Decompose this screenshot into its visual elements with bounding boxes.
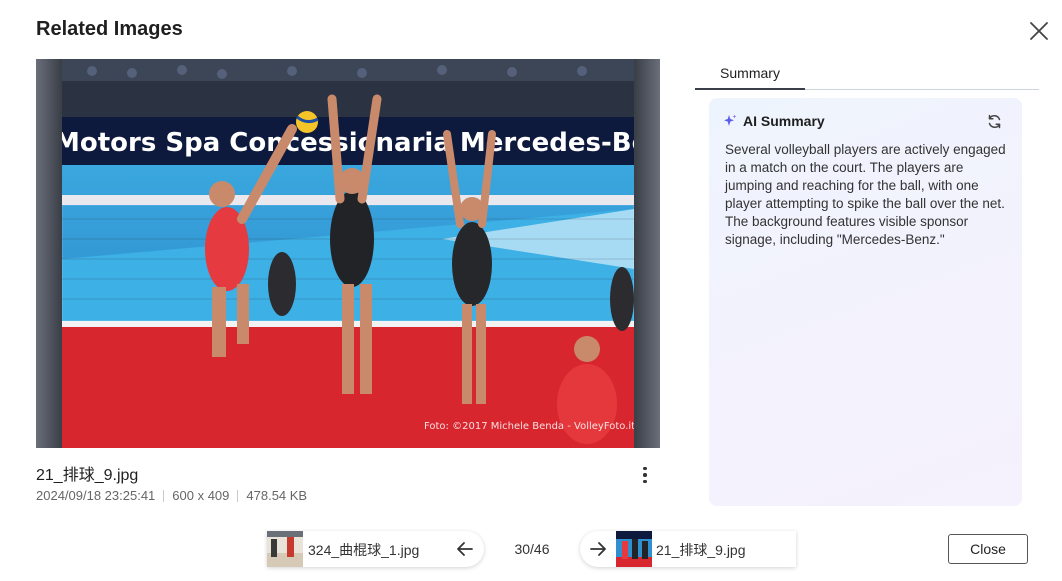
image-viewer[interactable]: Motors Spa Concessionaria Mercedes-Benz — [36, 59, 660, 448]
refresh-icon[interactable] — [986, 113, 1003, 130]
next-thumbnail — [616, 531, 652, 567]
summary-title: AI Summary — [743, 113, 825, 129]
side-panel-tabs: Summary — [695, 60, 1039, 90]
previous-image-button[interactable]: 324_曲棍球_1.jpg — [267, 531, 484, 567]
close-icon[interactable] — [1026, 18, 1052, 44]
close-button[interactable]: Close — [948, 534, 1028, 564]
file-date: 2024/09/18 23:25:41 — [36, 488, 156, 503]
next-image-button[interactable]: 21_排球_9.jpg — [580, 531, 796, 567]
summary-text: Several volleyball players are actively … — [725, 142, 1006, 247]
previous-thumbnail — [267, 531, 303, 567]
meta-divider — [237, 489, 239, 502]
volleyball-photo: Motors Spa Concessionaria Mercedes-Benz — [62, 59, 634, 448]
more-vertical-icon[interactable] — [634, 462, 656, 488]
meta-divider — [163, 489, 165, 502]
photo-credit-text: Foto: ©2017 Michele Benda - VolleyFoto.i… — [424, 421, 634, 432]
dialog-title: Related Images — [36, 18, 183, 40]
file-meta: 2024/09/18 23:25:41 600 x 409 478.54 KB — [36, 488, 307, 503]
next-image-label: 21_排球_9.jpg — [656, 542, 746, 558]
photo-banner-text: Motors Spa Concessionaria Mercedes-Benz — [62, 128, 634, 158]
sparkle-icon — [724, 114, 737, 126]
ai-summary-card: AI Summary Several volleyball players ar… — [709, 98, 1022, 506]
file-dimensions: 600 x 409 — [172, 488, 230, 503]
tab-summary[interactable]: Summary — [695, 60, 805, 90]
previous-image-label: 324_曲棍球_1.jpg — [308, 542, 420, 558]
image-position: 30/46 — [514, 541, 550, 557]
arrow-left-icon — [457, 542, 473, 556]
file-name: 21_排球_9.jpg — [36, 467, 139, 484]
file-size: 478.54 KB — [246, 488, 308, 503]
arrow-right-icon — [590, 542, 606, 556]
